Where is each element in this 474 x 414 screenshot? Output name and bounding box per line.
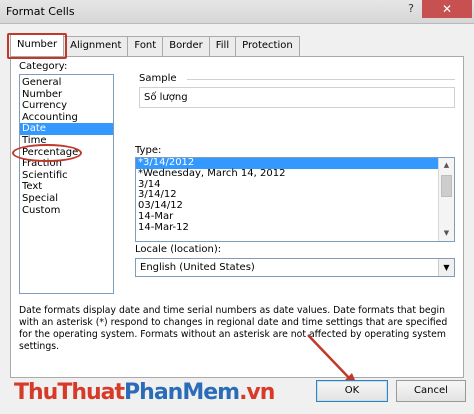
tab-fill[interactable]: Fill bbox=[208, 36, 237, 56]
category-item-general[interactable]: General bbox=[20, 77, 113, 89]
tab-alignment[interactable]: Alignment bbox=[63, 36, 129, 56]
type-item[interactable]: 3/14 bbox=[136, 179, 440, 191]
type-list[interactable]: *3/14/2012 *Wednesday, March 14, 2012 3/… bbox=[135, 157, 455, 242]
locale-value: English (United States) bbox=[140, 262, 255, 273]
cancel-button[interactable]: Cancel bbox=[396, 380, 466, 402]
scroll-thumb[interactable] bbox=[441, 175, 452, 197]
format-cells-dialog: Number Alignment Font Border Fill Protec… bbox=[0, 24, 474, 414]
tab-strip: Number Alignment Font Border Fill Protec… bbox=[6, 33, 300, 59]
type-item[interactable]: 03/14/12 bbox=[136, 200, 440, 212]
sample-value: Số lượng bbox=[139, 87, 455, 108]
type-label: Type: bbox=[135, 145, 162, 156]
category-label: Category: bbox=[19, 61, 68, 72]
tab-protection[interactable]: Protection bbox=[235, 36, 300, 56]
sample-label: Sample bbox=[139, 73, 177, 84]
ok-button[interactable]: OK bbox=[316, 380, 388, 402]
close-button[interactable]: ✕ bbox=[422, 0, 472, 18]
watermark-part-2: PhanMem bbox=[124, 380, 240, 405]
category-item-date[interactable]: Date bbox=[20, 123, 113, 135]
tab-number[interactable]: Number bbox=[6, 33, 68, 59]
locale-dropdown[interactable]: English (United States) ▼ bbox=[135, 258, 455, 277]
category-list[interactable]: General Number Currency Accounting Date … bbox=[19, 74, 114, 294]
locale-label: Locale (location): bbox=[135, 244, 222, 255]
category-item-special[interactable]: Special bbox=[20, 193, 113, 205]
type-item[interactable]: 14-Mar-12 bbox=[136, 222, 440, 234]
title-bar: Format Cells ? ✕ bbox=[0, 0, 474, 24]
number-tab-panel: Category: General Number Currency Accoun… bbox=[10, 56, 464, 378]
category-item-text[interactable]: Text bbox=[20, 181, 113, 193]
category-item-accounting[interactable]: Accounting bbox=[20, 112, 113, 124]
help-button[interactable]: ? bbox=[400, 0, 422, 18]
type-list-scrollbar[interactable]: ▲ ▼ bbox=[438, 158, 454, 241]
date-highlight-annotation bbox=[12, 144, 82, 162]
chevron-down-icon[interactable]: ▼ bbox=[438, 259, 454, 276]
category-item-number[interactable]: Number bbox=[20, 89, 113, 101]
watermark-part-1: ThuThuat bbox=[14, 380, 125, 405]
category-item-scientific[interactable]: Scientific bbox=[20, 170, 113, 182]
category-item-custom[interactable]: Custom bbox=[20, 205, 113, 217]
watermark-logo: ThuThuatPhanMem.vn bbox=[14, 380, 275, 405]
tab-border[interactable]: Border bbox=[162, 36, 210, 56]
type-item[interactable]: *Wednesday, March 14, 2012 bbox=[136, 168, 440, 180]
scroll-up-icon[interactable]: ▲ bbox=[439, 158, 454, 173]
tab-font[interactable]: Font bbox=[127, 36, 164, 56]
format-description: Date formats display date and time seria… bbox=[19, 305, 448, 352]
scroll-down-icon[interactable]: ▼ bbox=[439, 226, 454, 241]
watermark-part-3: .vn bbox=[239, 380, 275, 405]
sample-group-divider bbox=[187, 79, 455, 80]
category-item-currency[interactable]: Currency bbox=[20, 100, 113, 112]
window-title: Format Cells bbox=[6, 5, 75, 18]
